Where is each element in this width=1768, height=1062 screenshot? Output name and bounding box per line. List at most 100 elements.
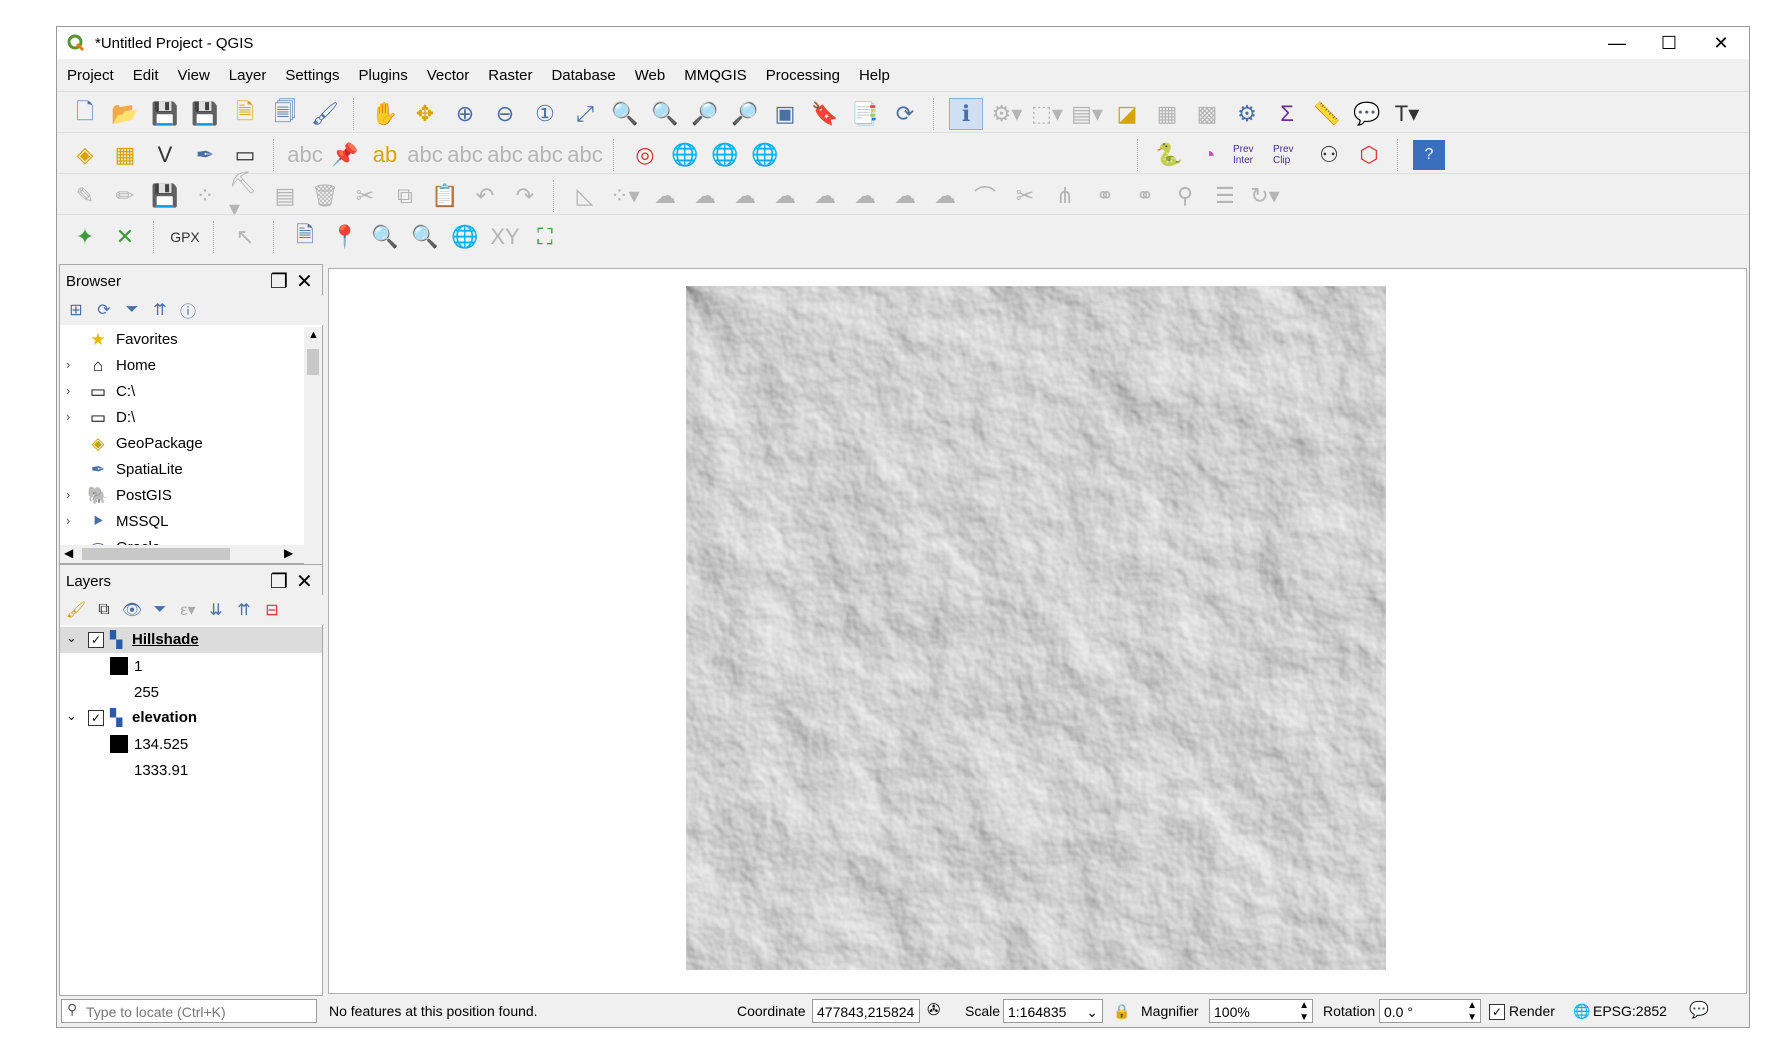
zoom-out-icon[interactable]: ⊖ [489, 99, 521, 129]
menu-settings[interactable]: Settings [275, 63, 348, 89]
browser-item-geopackage[interactable]: ◈ GeoPackage [60, 431, 304, 457]
zoom-in-icon[interactable]: ⊕ [449, 99, 481, 129]
zoom-to-selection-icon[interactable]: 🔍 [609, 99, 641, 129]
deselect-all-icon[interactable]: ◪ [1111, 99, 1143, 129]
reshape-features-icon[interactable]: ☁ [929, 181, 961, 211]
collapse-all-icon[interactable]: ⇈ [150, 300, 170, 320]
simplify-feature-icon[interactable]: ☁ [689, 181, 721, 211]
filter-by-expression-icon[interactable]: ε▾ [178, 600, 198, 620]
delete-selected-icon[interactable]: 🗑 [309, 181, 341, 211]
rotate-point-symbols-icon[interactable]: ⚲ [1169, 181, 1201, 211]
pointer-tool-icon[interactable]: ↖ [229, 222, 261, 252]
save-project-icon[interactable]: 💾 [149, 99, 181, 129]
copy-features-icon[interactable]: ⧉ [389, 181, 421, 211]
prev-inter-icon[interactable]: Prev Inter [1233, 140, 1265, 170]
browser-item-postgis[interactable]: › 🐘 PostGIS [60, 483, 304, 509]
globe-search-icon[interactable]: 🌐 [709, 140, 741, 170]
browser-item-mssql[interactable]: › ⯈ MSSQL [60, 509, 304, 535]
filter-legend-icon[interactable]: ⏷ [150, 600, 170, 620]
chevron-down-icon[interactable]: ⌄ [66, 630, 77, 646]
add-delimited-text-icon[interactable]: V [149, 140, 181, 170]
crs-status[interactable]: EPSG:2852 [1593, 1003, 1667, 1019]
current-edits-icon[interactable]: ✎ [69, 181, 101, 211]
scale-combobox[interactable]: 1:164835 ⌄ [1003, 999, 1103, 1023]
chevron-right-icon[interactable]: › [66, 409, 70, 424]
close-panel-icon[interactable]: ✕ [296, 569, 313, 594]
chevron-right-icon[interactable]: › [66, 383, 70, 398]
remove-layer-icon[interactable]: ⊟ [262, 600, 282, 620]
menu-raster[interactable]: Raster [478, 63, 541, 89]
chevron-down-icon[interactable]: ⌄ [66, 708, 77, 724]
cut-features-icon[interactable]: ✂ [349, 181, 381, 211]
new-bookmark-icon[interactable]: 🔖 [809, 99, 841, 129]
modify-attributes-icon[interactable]: ▤ [269, 181, 301, 211]
spin-arrows-icon[interactable]: ▲ ▼ [1299, 1000, 1309, 1024]
map-pin-plugin-icon[interactable]: 📍 [329, 222, 361, 252]
chevron-down-icon[interactable]: ⌄ [1086, 1000, 1098, 1024]
add-vector-layer-icon[interactable]: ◈ [69, 140, 101, 170]
merge-features-icon[interactable]: ⚭ [1089, 181, 1121, 211]
browser-vertical-scrollbar[interactable]: ▲ ▼ [304, 327, 322, 567]
extent-tool-icon[interactable]: ⛶ [529, 222, 561, 252]
coordinate-field[interactable]: 477843,215824 [812, 999, 920, 1023]
zoom-to-layer-icon[interactable]: 🔍 [649, 99, 681, 129]
menu-database[interactable]: Database [541, 63, 624, 89]
binoculars-icon[interactable]: ⚇ [1313, 140, 1345, 170]
menu-processing[interactable]: Processing [756, 63, 849, 89]
run-action-icon[interactable]: ⚙▾ [991, 99, 1023, 129]
scrollbar-thumb[interactable] [307, 349, 319, 375]
scroll-up-icon[interactable]: ▲ [308, 329, 319, 341]
maximize-button[interactable]: ☐ [1641, 27, 1697, 59]
chevron-right-icon[interactable]: › [66, 513, 70, 528]
plugin-circle-icon[interactable]: ◔ [1193, 140, 1225, 170]
close-button[interactable]: ✕ [1693, 27, 1749, 59]
globe-bike-icon[interactable]: 🌐 [749, 140, 781, 170]
fill-ring-icon[interactable]: ☁ [809, 181, 841, 211]
pan-to-selection-icon[interactable]: ✥ [409, 99, 441, 129]
pan-icon[interactable]: ✋ [369, 99, 401, 129]
identify-features-icon[interactable]: ℹ [949, 98, 983, 130]
reverse-line-icon[interactable]: ↻▾ [1249, 181, 1281, 211]
paste-features-icon[interactable]: 📋 [429, 181, 461, 211]
browser-item-d-drive[interactable]: › ▭ D:\ [60, 405, 304, 431]
label-tool-icon[interactable]: abc [287, 140, 322, 170]
text-annotation-icon[interactable]: T▾ [1391, 99, 1423, 129]
toggle-extents-mouse-icon[interactable]: ✇ [927, 1000, 940, 1020]
globe-icon[interactable]: 🌐 [669, 140, 701, 170]
browser-item-c-drive[interactable]: › ▭ C:\ [60, 379, 304, 405]
scroll-right-icon[interactable]: ▶ [284, 546, 293, 560]
zoom-next-icon[interactable]: 🔎 [729, 99, 761, 129]
processing-toolbox-icon[interactable]: ⚙ [1231, 99, 1263, 129]
web-globe-icon[interactable]: 🌐 [449, 222, 481, 252]
new-project-icon[interactable]: 🗋 [69, 99, 101, 129]
menu-layer[interactable]: Layer [219, 63, 276, 89]
zoom-plugin-icon[interactable]: 🔍 [409, 222, 441, 252]
close-panel-icon[interactable]: ✕ [296, 269, 313, 294]
map-canvas[interactable] [328, 268, 1747, 994]
georeferencer-icon[interactable]: ✦ [69, 222, 101, 252]
select-features-icon[interactable]: ⬚▾ [1031, 99, 1063, 129]
rotate-feature-icon[interactable]: ☁ [649, 181, 681, 211]
prev-clip-icon[interactable]: Prev Clip [1273, 140, 1305, 170]
locator-search-input[interactable]: Type to locate (Ctrl+K) [61, 999, 317, 1023]
zoom-native-icon[interactable]: ① [529, 99, 561, 129]
minimize-button[interactable]: — [1589, 27, 1645, 59]
label-highlight-icon[interactable]: ab [369, 140, 401, 170]
help-contents-icon[interactable]: ? [1413, 140, 1445, 170]
layer-row-hillshade[interactable]: ⌄ ✓ ▚ Hillshade [60, 627, 322, 653]
digitize-right-angle-icon[interactable]: ◺ [569, 181, 601, 211]
render-checkbox[interactable]: ✓ [1489, 1004, 1505, 1020]
offset-curve-icon[interactable]: ⌒ [969, 181, 1001, 211]
new-map-view-icon[interactable]: ▣ [769, 99, 801, 129]
layer-visibility-checkbox[interactable]: ✓ [88, 710, 104, 726]
magnifier-spinbox[interactable]: 100% ▲ ▼ [1209, 999, 1313, 1023]
filter-icon[interactable]: ⏷ [122, 300, 142, 320]
open-project-icon[interactable]: 📂 [109, 99, 141, 129]
open-styling-panel-icon[interactable]: 🖌 [66, 600, 86, 620]
expand-all-icon[interactable]: ⇊ [206, 600, 226, 620]
delete-ring-icon[interactable]: ☁ [849, 181, 881, 211]
toggle-editing-icon[interactable]: ✏ [109, 181, 141, 211]
vertex-tool-icon[interactable]: ⛏▾ [229, 170, 261, 221]
delete-part-icon[interactable]: ☁ [889, 181, 921, 211]
menu-view[interactable]: View [168, 63, 219, 89]
